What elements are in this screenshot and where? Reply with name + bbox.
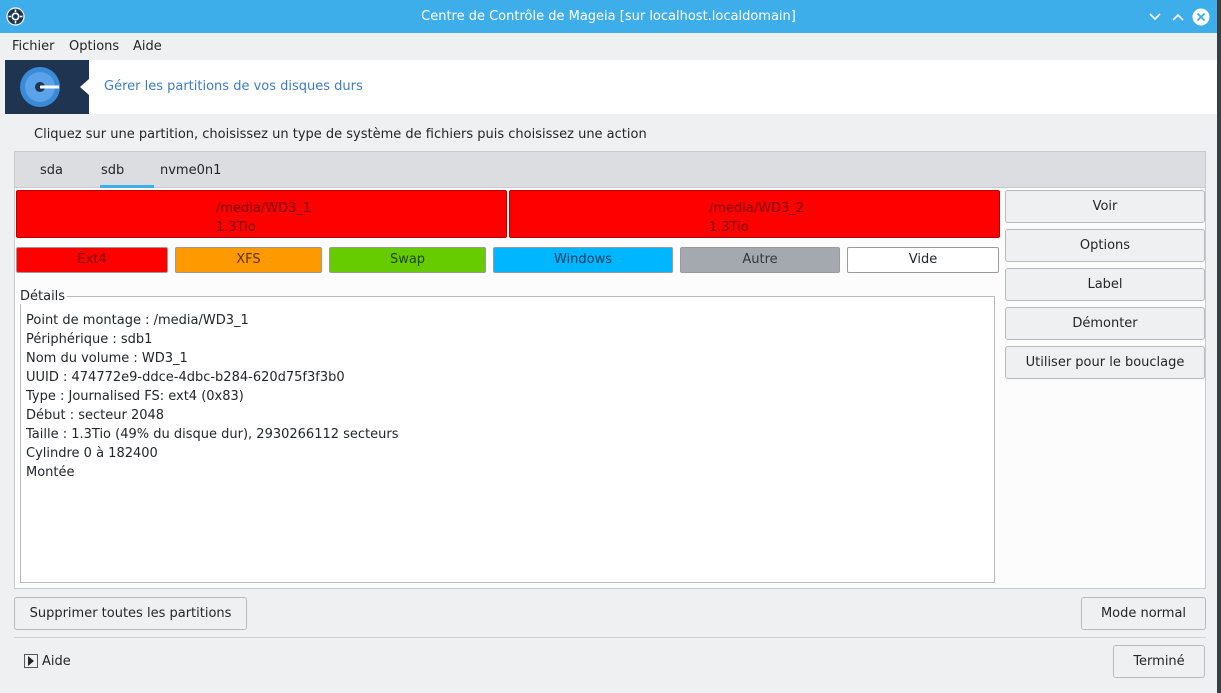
- label-button[interactable]: Label: [1005, 268, 1205, 301]
- menu-bar: Fichier Options Aide: [0, 33, 1217, 60]
- tab-sdb[interactable]: sdb: [101, 163, 124, 178]
- menu-options[interactable]: Options: [69, 39, 119, 54]
- disk-tabs: sda sdb nvme0n1: [14, 151, 1206, 188]
- details-title: Détails: [20, 289, 68, 304]
- tab-nvme0n1[interactable]: nvme0n1: [160, 163, 221, 178]
- minimize-icon[interactable]: [1146, 8, 1164, 26]
- window-title: Centre de Contrôle de Mageia [sur localh…: [421, 9, 796, 24]
- tab-sda[interactable]: sda: [40, 163, 63, 178]
- desktop-background: [1217, 0, 1221, 693]
- menu-fichier[interactable]: Fichier: [12, 39, 55, 54]
- partition-size: 1.3Tio: [709, 220, 749, 235]
- separator: [14, 637, 1206, 638]
- instructions-text: Cliquez sur une partition, choisissez un…: [34, 127, 647, 142]
- partition-wd3-1[interactable]: /media/WD3_1 1.3Tio: [16, 190, 507, 238]
- options-button[interactable]: Options: [1005, 229, 1205, 262]
- detail-start: Début : secteur 2048: [26, 408, 165, 423]
- expand-arrow-icon: [28, 656, 34, 666]
- detail-device: Périphérique : sdb1: [26, 332, 153, 347]
- help-expander[interactable]: [24, 654, 38, 668]
- close-icon[interactable]: [1192, 8, 1210, 26]
- title-bar: Centre de Contrôle de Mageia [sur localh…: [0, 0, 1217, 33]
- partition-wd3-2[interactable]: /media/WD3_2 1.3Tio: [509, 190, 1000, 238]
- harddrake-logo: [5, 60, 89, 114]
- fs-vide-button[interactable]: Vide: [847, 247, 999, 273]
- detail-mount-point: Point de montage : /media/WD3_1: [26, 313, 249, 328]
- menu-aide[interactable]: Aide: [133, 39, 162, 54]
- loopback-button[interactable]: Utiliser pour le bouclage: [1005, 346, 1205, 379]
- detail-type: Type : Journalised FS: ext4 (0x83): [26, 389, 244, 404]
- demonter-button[interactable]: Démonter: [1005, 307, 1205, 340]
- fs-ext4-button[interactable]: Ext4: [16, 247, 168, 273]
- delete-all-partitions-button[interactable]: Supprimer toutes les partitions: [14, 597, 247, 630]
- help-label[interactable]: Aide: [42, 654, 71, 669]
- voir-button[interactable]: Voir: [1005, 190, 1205, 223]
- fs-xfs-button[interactable]: XFS: [175, 247, 322, 273]
- detail-cylinder: Cylindre 0 à 182400: [26, 446, 158, 461]
- detail-uuid: UUID : 474772e9-ddce-4dbc-b284-620d75f3f…: [26, 370, 345, 385]
- main-window: Centre de Contrôle de Mageia [sur localh…: [0, 0, 1217, 693]
- normal-mode-button[interactable]: Mode normal: [1081, 597, 1206, 630]
- detail-mounted: Montée: [26, 465, 75, 480]
- hard-disk-icon: [20, 67, 89, 107]
- fs-autre-button[interactable]: Autre: [680, 247, 840, 273]
- maximize-icon[interactable]: [1169, 8, 1187, 26]
- detail-volume-name: Nom du volume : WD3_1: [26, 351, 188, 366]
- detail-size: Taille : 1.3Tio (49% du disque dur), 293…: [26, 427, 399, 442]
- partition-mount: /media/WD3_2: [709, 201, 805, 216]
- fs-windows-button[interactable]: Windows: [493, 247, 673, 273]
- fs-swap-button[interactable]: Swap: [329, 247, 486, 273]
- done-button[interactable]: Terminé: [1113, 645, 1205, 678]
- partition-mount: /media/WD3_1: [216, 201, 312, 216]
- header-banner: Gérer les partitions de vos disques durs: [5, 60, 1217, 114]
- page-subtitle: Gérer les partitions de vos disques durs: [104, 79, 363, 94]
- partition-size: 1.3Tio: [216, 220, 256, 235]
